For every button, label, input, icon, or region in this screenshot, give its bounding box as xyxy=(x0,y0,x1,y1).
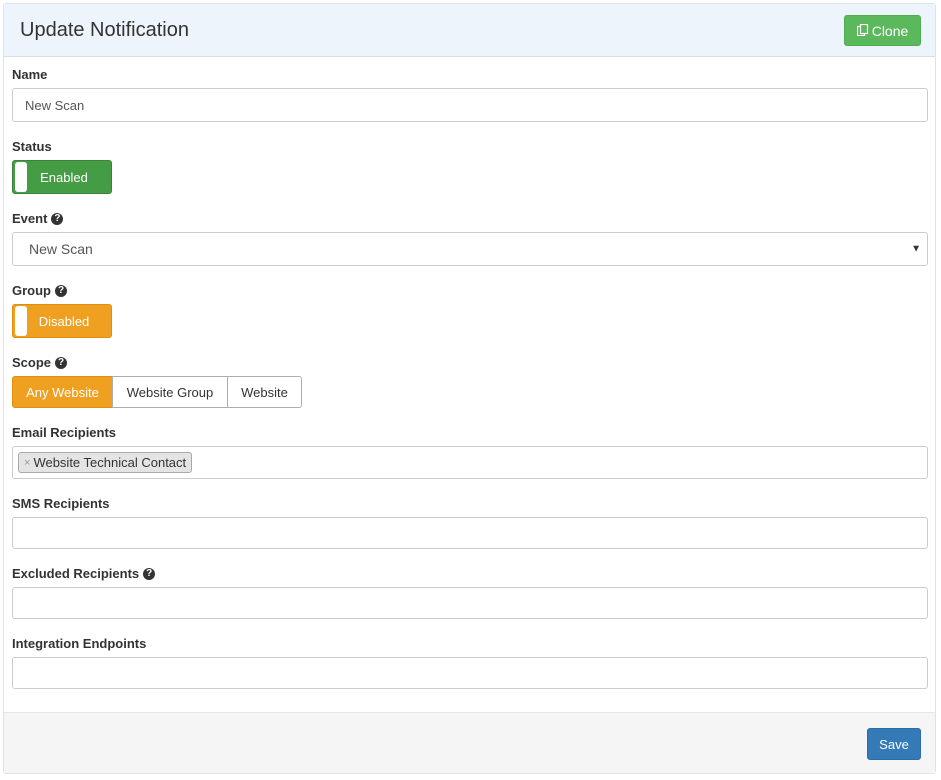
question-circle-icon[interactable]: ? xyxy=(55,356,68,369)
group-toggle-knob xyxy=(15,306,27,336)
name-label: Name xyxy=(12,67,48,82)
excluded-recipients-label: Excluded Recipients? xyxy=(12,566,156,581)
clone-button-label: Clone xyxy=(871,22,909,39)
name-input-value: New Scan xyxy=(25,97,85,113)
save-button[interactable]: Save xyxy=(867,728,921,760)
scope-website-button[interactable]: Website xyxy=(227,376,302,408)
question-circle-icon[interactable]: ? xyxy=(55,284,67,297)
event-select-value: New Scan xyxy=(29,241,93,257)
close-icon[interactable]: × xyxy=(24,457,30,469)
recipient-tag-label: Website Technical Contact xyxy=(33,455,187,470)
scope-button-group: Any Website Website Group Website xyxy=(12,376,302,408)
integration-endpoints-label: Integration Endpoints xyxy=(12,636,147,651)
recipient-tag: × Website Technical Contact xyxy=(18,452,193,473)
status-toggle-label: Enabled xyxy=(40,169,88,185)
question-circle-icon[interactable]: ? xyxy=(143,567,156,580)
sms-recipients-label: SMS Recipients xyxy=(12,496,110,511)
panel-header: Update Notification Clone xyxy=(4,4,935,57)
scope-label: Scope? xyxy=(12,355,68,370)
group-label: Group? xyxy=(12,283,67,298)
page-title: Update Notification xyxy=(20,19,189,41)
event-select[interactable]: New Scan ▼ xyxy=(12,232,928,266)
panel-footer: Save xyxy=(4,712,935,773)
clone-icon xyxy=(856,23,872,39)
clone-button[interactable]: Clone xyxy=(844,15,921,46)
excluded-recipients-input[interactable] xyxy=(12,587,928,619)
scope-website-group-button[interactable]: Website Group xyxy=(112,376,228,408)
email-recipients-label: Email Recipients xyxy=(12,425,117,440)
integration-endpoints-input[interactable] xyxy=(12,657,928,689)
caret-down-icon: ▼ xyxy=(911,243,921,255)
scope-any-website-button[interactable]: Any Website xyxy=(12,376,113,408)
sms-recipients-input[interactable] xyxy=(12,517,928,549)
group-toggle-label: Disabled xyxy=(38,313,90,329)
group-toggle[interactable]: Disabled xyxy=(12,304,112,338)
email-recipients-input[interactable]: × Website Technical Contact xyxy=(12,446,928,479)
question-circle-icon[interactable]: ? xyxy=(51,212,64,225)
name-input[interactable]: New Scan xyxy=(12,88,928,122)
status-toggle-knob xyxy=(15,162,27,192)
event-label: Event? xyxy=(12,211,64,226)
status-label: Status xyxy=(12,139,52,154)
status-toggle[interactable]: Enabled xyxy=(12,160,112,194)
